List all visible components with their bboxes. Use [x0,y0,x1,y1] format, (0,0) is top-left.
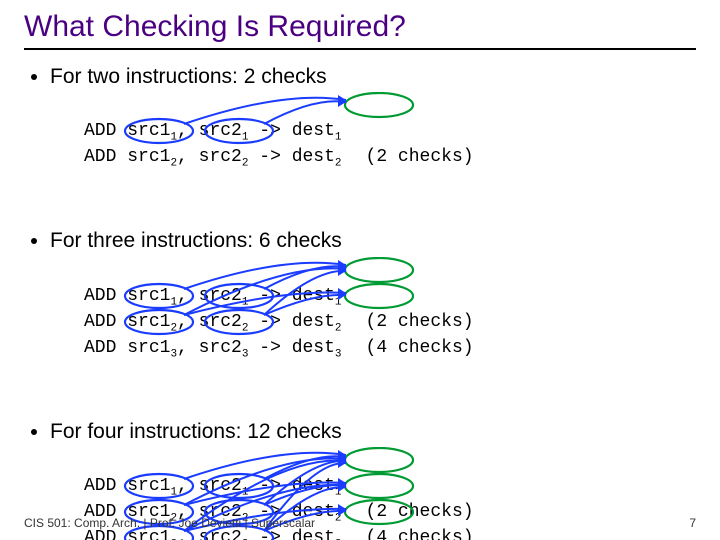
bullet-three-instr: For three instructions: 6 checks ADD src… [50,228,696,412]
code-line: ADD src12, src22 -> dest2(2 checks) [84,147,474,167]
slide-title: What Checking Is Required? [24,10,696,50]
code-block-three: ADD src11, src21 -> dest1 ADD src12, src… [84,257,696,413]
bullet-text: For three instructions: 6 checks [50,229,342,252]
bullet-two-instr: For two instructions: 2 checks ADD src11… [50,64,696,222]
code-line: ADD src11, src21 -> dest1 [84,476,342,496]
page-number: 7 [689,516,696,530]
code-block-two: ADD src11, src21 -> dest1 ADD src12, src… [84,92,696,222]
code-line: ADD src11, src21 -> dest1 [84,121,342,141]
bullet-text: For four instructions: 12 checks [50,420,342,443]
bullet-list: For two instructions: 2 checks ADD src11… [24,64,696,540]
code-line: ADD src13, src23 -> dest3(4 checks) [84,338,474,358]
bullet-text: For two instructions: 2 checks [50,65,327,88]
footer-text: CIS 501: Comp. Arch. | Prof. Joe Deviett… [24,516,315,530]
code-line: ADD src12, src22 -> dest2(2 checks) [84,312,474,332]
slide: What Checking Is Required? For two instr… [0,0,720,540]
code-line: ADD src11, src21 -> dest1 [84,286,342,306]
